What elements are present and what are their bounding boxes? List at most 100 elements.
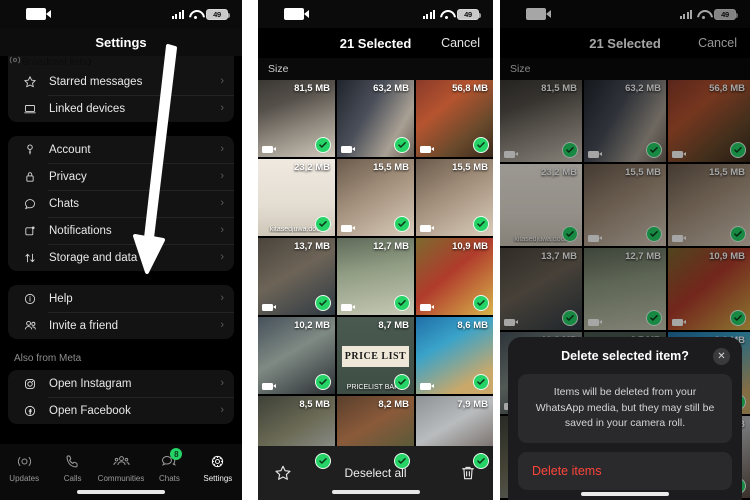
trash-icon[interactable]	[459, 464, 477, 482]
deselect-all-button[interactable]: Deselect all	[292, 466, 459, 480]
tab-chats[interactable]: 8 Chats	[145, 448, 193, 483]
media-size-label: 10,2 MB	[294, 320, 330, 331]
sidebar-item-linked-devices[interactable]: Linked devices ›	[8, 95, 234, 122]
media-cell[interactable]: 56,8 MB	[416, 80, 493, 157]
status-indicators: 49	[422, 8, 481, 20]
selected-check-icon[interactable]	[315, 374, 331, 390]
media-cell[interactable]: 15,5 MB	[337, 159, 414, 236]
dialog-header: Delete selected item? ✕	[518, 347, 732, 365]
media-size-label: 10,9 MB	[452, 241, 488, 252]
star-icon	[20, 73, 40, 91]
chevron-right-icon: ›	[87, 56, 93, 68]
sidebar-item-label: Open Facebook	[49, 404, 131, 417]
media-size-label: 13,7 MB	[294, 241, 330, 252]
media-size-label: 12,7 MB	[373, 241, 409, 252]
selected-check-icon[interactable]	[473, 216, 489, 232]
star-outline-icon[interactable]	[274, 464, 292, 482]
tab-label: Communities	[97, 474, 145, 483]
battery-level: 49	[464, 9, 472, 19]
video-camera-icon	[341, 225, 355, 232]
media-size-label: 56,8 MB	[452, 83, 488, 94]
panel-delete-dialog: 49 21 Selected Cancel Size 81,5 MB 63,2 M…	[500, 0, 750, 500]
delete-items-button[interactable]: Delete items	[518, 452, 732, 490]
selected-check-icon[interactable]	[315, 295, 331, 311]
chevron-right-icon: ›	[220, 251, 224, 263]
sidebar-item-label: Starred messages	[49, 75, 143, 88]
media-cell[interactable]: 10,2 MB	[258, 317, 335, 394]
sidebar-item-chats[interactable]: Chats ›	[8, 190, 234, 217]
sidebar-item-invite-a-friend[interactable]: Invite a friend ›	[8, 312, 234, 339]
media-cell[interactable]: 63,2 MB	[337, 80, 414, 157]
media-cell[interactable]: 10,9 MB	[416, 238, 493, 315]
sidebar-item-account[interactable]: Account ›	[8, 136, 234, 163]
sidebar-item-label: Privacy	[49, 170, 87, 183]
selected-check-icon[interactable]	[473, 137, 489, 153]
sidebar-item-starred-messages[interactable]: Starred messages ›	[8, 68, 234, 95]
media-size-label: 8,5 MB	[299, 399, 330, 410]
people-icon	[20, 317, 40, 335]
chevron-right-icon: ›	[220, 143, 224, 155]
chevron-right-icon: ›	[220, 197, 224, 209]
settings-group-2: Account › Privacy › Chats › Notification…	[8, 136, 234, 271]
tab-calls[interactable]: Calls	[48, 451, 96, 483]
tab-updates[interactable]: Updates	[0, 451, 48, 483]
media-cell[interactable]: 13,7 MB	[258, 238, 335, 315]
media-cell[interactable]: 81,5 MB	[258, 80, 335, 157]
sidebar-item-open-facebook[interactable]: Open Facebook ›	[8, 397, 234, 424]
media-picker-header: 21 Selected Cancel	[258, 28, 493, 58]
cellular-signal-icon	[422, 9, 435, 19]
media-cell[interactable]: 15,5 MB	[416, 159, 493, 236]
selected-check-icon[interactable]	[394, 453, 410, 469]
sort-size-label[interactable]: Size	[258, 58, 493, 80]
sidebar-item-help[interactable]: Help ›	[8, 285, 234, 312]
media-size-label: 8,2 MB	[378, 399, 409, 410]
video-camera-icon	[341, 304, 355, 311]
tab-communities[interactable]: Communities	[97, 451, 145, 483]
selected-check-icon[interactable]	[394, 216, 410, 232]
meta-section-title: Also from Meta	[14, 353, 82, 364]
video-camera-icon	[420, 383, 434, 390]
video-camera-icon	[262, 146, 276, 153]
media-cell[interactable]: 8,6 MB	[416, 317, 493, 394]
key-icon	[20, 141, 40, 159]
selected-check-icon[interactable]	[473, 295, 489, 311]
selected-check-icon[interactable]	[315, 137, 331, 153]
sidebar-item-notifications[interactable]: Notifications ›	[8, 217, 234, 244]
selected-check-icon[interactable]	[315, 453, 331, 469]
close-icon[interactable]: ✕	[713, 347, 730, 365]
communities-icon	[112, 451, 131, 471]
selected-check-icon[interactable]	[473, 374, 489, 390]
broadcast-icon	[8, 56, 22, 68]
sidebar-item-open-instagram[interactable]: Open Instagram ›	[8, 370, 234, 397]
selected-count: 21 Selected	[339, 35, 412, 51]
selected-check-icon[interactable]	[394, 295, 410, 311]
battery-icon: 49	[206, 8, 230, 20]
video-camera-icon	[284, 8, 309, 20]
media-cell[interactable]: kitasedjuwa.docx 23,2 MB	[258, 159, 335, 236]
settings-gear-icon	[209, 451, 226, 471]
home-indicator	[331, 490, 420, 494]
status-bar: 49	[0, 0, 242, 28]
updates-icon	[16, 451, 33, 471]
sidebar-item-storage-and-data[interactable]: Storage and data ›	[8, 244, 234, 271]
selected-check-icon[interactable]	[394, 137, 410, 153]
panel-settings: 49 Settings Broadcast lists › Starred me…	[0, 0, 242, 500]
cancel-button[interactable]: Cancel	[441, 36, 480, 50]
selected-check-icon[interactable]	[473, 453, 489, 469]
sidebar-item-privacy[interactable]: Privacy ›	[8, 163, 234, 190]
sidebar-item-broadcast-lists[interactable]: Broadcast lists ›	[8, 56, 234, 68]
sidebar-item-label: Invite a friend	[49, 319, 119, 332]
media-size-label: 8,7 MB	[378, 320, 409, 331]
tab-label: Settings	[203, 474, 233, 483]
sidebar-item-label: Help	[49, 292, 73, 305]
selected-check-icon[interactable]	[394, 374, 410, 390]
media-size-label: 63,2 MB	[373, 83, 409, 94]
selected-check-icon[interactable]	[315, 216, 331, 232]
settings-header: Settings	[0, 28, 242, 56]
media-cell[interactable]: PRICE LISTPRICELIST BARU8,7 MB	[337, 317, 414, 394]
video-camera-icon	[420, 146, 434, 153]
media-cell[interactable]: 12,7 MB	[337, 238, 414, 315]
tab-settings[interactable]: Settings	[194, 451, 242, 483]
media-size-label: 81,5 MB	[294, 83, 330, 94]
chevron-right-icon: ›	[220, 377, 224, 389]
